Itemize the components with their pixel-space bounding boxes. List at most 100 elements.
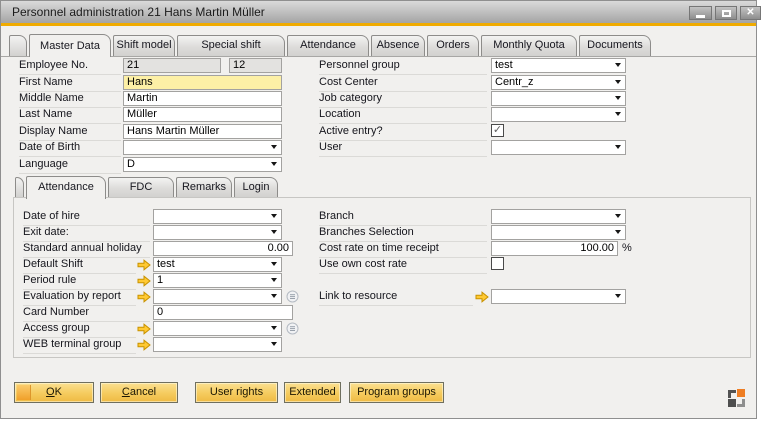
link-arrow-icon[interactable]: [137, 259, 151, 271]
link-to-resource-select[interactable]: [491, 289, 626, 304]
cost-rate-input[interactable]: 100.00: [491, 241, 618, 256]
standard-annual-holiday-input[interactable]: 0.00: [153, 241, 293, 256]
link-arrow-icon[interactable]: [475, 291, 489, 303]
maximize-icon: [722, 10, 731, 17]
web-terminal-group-select[interactable]: [153, 337, 282, 352]
default-button-marker: [17, 385, 31, 400]
employee-no-field-1[interactable]: 21: [123, 58, 221, 73]
tab-orders[interactable]: Orders: [427, 35, 479, 56]
card-number-label: Card Number: [23, 305, 150, 322]
link-arrow-icon[interactable]: [137, 323, 151, 335]
link-arrow-icon[interactable]: [137, 339, 151, 351]
cost-rate-label: Cost rate on time receipt: [319, 241, 487, 258]
date-of-hire-select[interactable]: [153, 209, 282, 224]
last-name-input[interactable]: Müller: [123, 107, 282, 122]
cost-center-select[interactable]: Centr_z: [491, 75, 626, 90]
job-category-label: Job category: [319, 91, 487, 108]
middle-name-label: Middle Name: [19, 91, 121, 108]
user-label: User: [319, 140, 487, 157]
subtab-attendance[interactable]: Attendance: [26, 176, 106, 199]
cancel-button[interactable]: Cancel: [100, 382, 178, 403]
first-name-input[interactable]: Hans: [123, 75, 282, 90]
language-select[interactable]: D: [123, 157, 282, 172]
titlebar: Personnel administration 21 Hans Martin …: [1, 1, 756, 23]
evaluation-by-report-select[interactable]: [153, 289, 282, 304]
display-name-label: Display Name: [19, 124, 121, 141]
dropdown-arrow-icon: [615, 112, 621, 116]
tab-master-data[interactable]: Master Data: [29, 34, 111, 57]
access-group-select[interactable]: [153, 321, 282, 336]
program-groups-button[interactable]: Program groups: [349, 382, 444, 403]
subtab-fdc[interactable]: FDC: [108, 177, 174, 197]
dropdown-arrow-icon: [615, 80, 621, 84]
dropdown-arrow-icon: [271, 326, 277, 330]
tab-absence[interactable]: Absence: [371, 35, 425, 56]
location-select[interactable]: [491, 107, 626, 122]
date-of-birth-select[interactable]: [123, 140, 282, 155]
main-tabstrip: Master Data Shift model Special shift At…: [9, 35, 651, 59]
dropdown-arrow-icon: [271, 145, 277, 149]
middle-name-input[interactable]: Martin: [123, 91, 282, 106]
tab-special-shift[interactable]: Special shift: [177, 35, 285, 56]
close-icon: ✕: [746, 8, 754, 18]
subtab-stub: [15, 177, 24, 197]
user-select[interactable]: [491, 140, 626, 155]
maximize-button[interactable]: [715, 6, 737, 20]
link-arrow-icon[interactable]: [137, 275, 151, 287]
sub-tabstrip: Attendance FDC Remarks Login: [15, 177, 278, 201]
exit-date-select[interactable]: [153, 225, 282, 240]
branch-label: Branch: [319, 209, 487, 226]
subtab-remarks[interactable]: Remarks: [176, 177, 232, 197]
active-entry-checkbox[interactable]: ✓: [491, 124, 504, 137]
first-name-label: First Name: [19, 75, 121, 92]
tab-documents[interactable]: Documents: [579, 35, 651, 56]
link-to-resource-label: Link to resource: [319, 289, 473, 306]
web-terminal-group-label: WEB terminal group: [23, 337, 136, 354]
ok-button[interactable]: OK: [14, 382, 94, 403]
cost-center-label: Cost Center: [319, 75, 487, 92]
period-rule-label: Period rule: [23, 273, 136, 290]
minimize-icon: [696, 15, 705, 18]
window-title: Personnel administration 21 Hans Martin …: [12, 5, 265, 19]
close-button[interactable]: ✕: [740, 6, 761, 20]
percent-label: %: [622, 241, 632, 256]
minimize-button[interactable]: [689, 6, 712, 20]
dropdown-arrow-icon: [615, 63, 621, 67]
user-rights-button[interactable]: User rights: [195, 382, 278, 403]
tab-attendance[interactable]: Attendance: [287, 35, 369, 56]
active-entry-label: Active entry?: [319, 124, 487, 141]
dropdown-arrow-icon: [615, 214, 621, 218]
use-own-cost-rate-checkbox[interactable]: [491, 257, 504, 270]
card-number-input[interactable]: 0: [153, 305, 293, 320]
branches-selection-label: Branches Selection: [319, 225, 487, 242]
personnel-group-select[interactable]: test: [491, 58, 626, 73]
accent-line: [1, 23, 756, 26]
personnel-group-label: Personnel group: [319, 58, 487, 75]
resize-grip-icon[interactable]: [728, 389, 746, 407]
tab-monthly-quota[interactable]: Monthly Quota: [481, 35, 577, 56]
list-circle-icon[interactable]: [286, 290, 299, 303]
employee-no-field-2[interactable]: 12: [229, 58, 282, 73]
dropdown-arrow-icon: [271, 294, 277, 298]
dropdown-arrow-icon: [271, 278, 277, 282]
link-arrow-icon[interactable]: [137, 291, 151, 303]
job-category-select[interactable]: [491, 91, 626, 106]
location-label: Location: [319, 107, 487, 124]
display-name-input[interactable]: Hans Martin Müller: [123, 124, 282, 139]
period-rule-select[interactable]: 1: [153, 273, 282, 288]
dropdown-arrow-icon: [271, 262, 277, 266]
dropdown-arrow-icon: [615, 294, 621, 298]
use-own-cost-rate-label: Use own cost rate: [319, 257, 487, 274]
extended-button[interactable]: Extended: [284, 382, 341, 403]
last-name-label: Last Name: [19, 107, 121, 124]
dropdown-arrow-icon: [271, 342, 277, 346]
dropdown-arrow-icon: [271, 162, 277, 166]
default-shift-select[interactable]: test: [153, 257, 282, 272]
branches-selection-select[interactable]: [491, 225, 626, 240]
dropdown-arrow-icon: [271, 214, 277, 218]
subtab-login[interactable]: Login: [234, 177, 278, 197]
branch-select[interactable]: [491, 209, 626, 224]
list-circle-icon[interactable]: [286, 322, 299, 335]
tab-shift-model[interactable]: Shift model: [113, 35, 175, 56]
dropdown-arrow-icon: [271, 230, 277, 234]
